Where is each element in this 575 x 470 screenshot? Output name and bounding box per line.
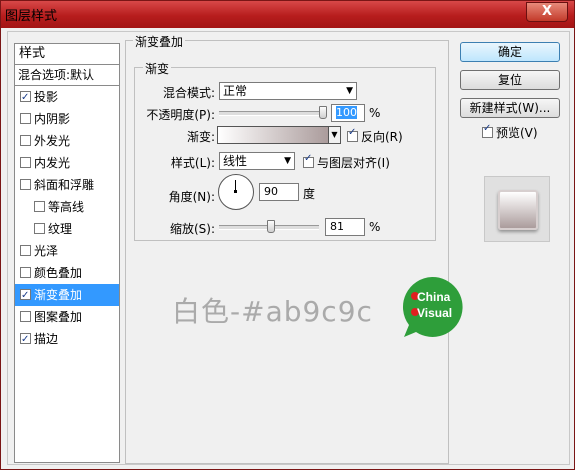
align-label: 与图层对齐(I) [317,156,390,170]
style-label: 样式(L): [170,156,215,170]
angle-dial[interactable] [218,174,254,210]
style-item[interactable]: 外发光 [15,130,119,152]
opacity-label: 不透明度(P): [146,108,215,122]
color-annotation: 白色-#ab9c9c [172,295,373,328]
logo-line1: China [417,290,451,304]
dialog-body: 样式 混合选项:默认 投影内阴影外发光内发光斜面和浮雕等高线纹理光泽颜色叠加渐变… [7,31,570,465]
style-preview [484,176,550,242]
angle-unit: 度 [303,187,316,201]
style-item-label: 等高线 [48,200,85,214]
align-with-layer-checkbox[interactable]: 与图层对齐(I) [303,153,390,171]
style-item-checkbox[interactable] [20,179,31,190]
style-item-checkbox[interactable] [20,87,31,109]
style-item-checkbox[interactable] [34,223,45,234]
close-button[interactable]: X [526,2,568,22]
opacity-slider-thumb[interactable] [319,106,327,119]
style-item-checkbox[interactable] [20,329,31,351]
scale-input[interactable]: 81 [325,218,365,236]
reverse-label: 反向(R) [361,130,403,144]
reset-button[interactable]: 复位 [460,70,560,90]
title-bar[interactable]: 图层样式 X [1,1,574,28]
angle-dial-center [234,190,237,193]
style-value: 线性 [223,154,248,168]
styles-list: 样式 混合选项:默认 投影内阴影外发光内发光斜面和浮雕等高线纹理光泽颜色叠加渐变… [14,43,120,463]
style-item-label: 投影 [34,90,59,104]
gradient-overlay-title: 渐变叠加 [133,33,186,50]
blend-options-item[interactable]: 混合选项:默认 [15,65,119,86]
styles-list-header[interactable]: 样式 [15,44,119,65]
style-item-checkbox[interactable] [20,285,31,307]
preview-check-icon [482,123,493,138]
opacity-slider-track[interactable] [219,111,325,116]
scale-slider-thumb[interactable] [266,220,275,233]
opacity-unit: % [369,106,381,120]
gradient-picker[interactable] [217,126,329,144]
style-item[interactable]: 图案叠加 [15,306,119,328]
style-item[interactable]: 描边 [15,328,119,351]
layer-style-dialog: 图层样式 X 样式 混合选项:默认 投影内阴影外发光内发光斜面和浮雕等高线纹理光… [0,0,575,470]
style-item[interactable]: 投影 [15,86,119,109]
style-item-label: 渐变叠加 [34,288,83,302]
style-item[interactable]: 斜面和浮雕 [15,174,119,196]
gradient-overlay-group: 渐变叠加 渐变 混合模式: 正常 ▼ 不透明度(P): 100 % 渐变: ▼ … [125,33,449,464]
gradient-label: 渐变: [186,130,215,144]
style-item[interactable]: 内发光 [15,152,119,174]
style-item-label: 光泽 [34,244,59,258]
gradient-dropdown-arrow[interactable]: ▼ [328,126,341,144]
blend-mode-select[interactable]: 正常 ▼ [219,82,357,100]
style-item-checkbox[interactable] [20,157,31,168]
style-item[interactable]: 纹理 [15,218,119,240]
align-check-icon [303,153,314,168]
preview-swatch [498,190,538,230]
style-items: 投影内阴影外发光内发光斜面和浮雕等高线纹理光泽颜色叠加渐变叠加图案叠加描边 [15,86,119,351]
ok-button[interactable]: 确定 [460,42,560,62]
scale-unit: % [369,220,381,234]
angle-label: 角度(N): [168,190,215,204]
scale-label: 缩放(S): [169,222,215,236]
style-item-label: 颜色叠加 [34,266,83,280]
style-select[interactable]: 线性 ▼ [219,152,295,170]
style-item-checkbox[interactable] [20,311,31,322]
china-visual-logo: China Visual [402,276,463,337]
style-item-checkbox[interactable] [34,201,45,212]
reverse-checkbox[interactable]: 反向(R) [347,127,403,145]
dialog-title: 图层样式 [5,9,58,24]
style-item[interactable]: 内阴影 [15,108,119,130]
opacity-input[interactable]: 100 [331,104,365,122]
blend-mode-value: 正常 [223,84,248,98]
style-item-label: 纹理 [48,222,73,236]
style-item-checkbox[interactable] [20,113,31,124]
chevron-down-icon: ▼ [284,156,291,166]
style-item-label: 内发光 [34,156,71,170]
reverse-check-icon [347,127,358,142]
style-item-checkbox[interactable] [20,267,31,278]
style-item[interactable]: 颜色叠加 [15,262,119,284]
gradient-subgroup-title: 渐变 [143,60,172,77]
blend-mode-label: 混合模式: [162,86,215,100]
gradient-subgroup: 渐变 混合模式: 正常 ▼ 不透明度(P): 100 % 渐变: ▼ 反向(R)… [134,60,436,241]
style-item-label: 斜面和浮雕 [34,178,95,192]
style-item-label: 图案叠加 [34,310,83,324]
style-item[interactable]: 等高线 [15,196,119,218]
style-item-label: 内阴影 [34,112,71,126]
style-item-checkbox[interactable] [20,245,31,256]
preview-checkbox[interactable]: 预览(V) [482,123,538,141]
opacity-value: 100 [336,106,357,119]
angle-input[interactable]: 90 [259,183,299,201]
preview-label: 预览(V) [496,126,538,140]
style-item-label: 描边 [34,332,59,346]
new-style-button[interactable]: 新建样式(W)... [460,98,560,118]
style-item[interactable]: 渐变叠加 [15,284,119,307]
logo-line2: Visual [417,306,452,320]
chevron-down-icon: ▼ [346,86,353,96]
style-item-checkbox[interactable] [20,135,31,146]
style-item[interactable]: 光泽 [15,240,119,262]
style-item-label: 外发光 [34,134,71,148]
